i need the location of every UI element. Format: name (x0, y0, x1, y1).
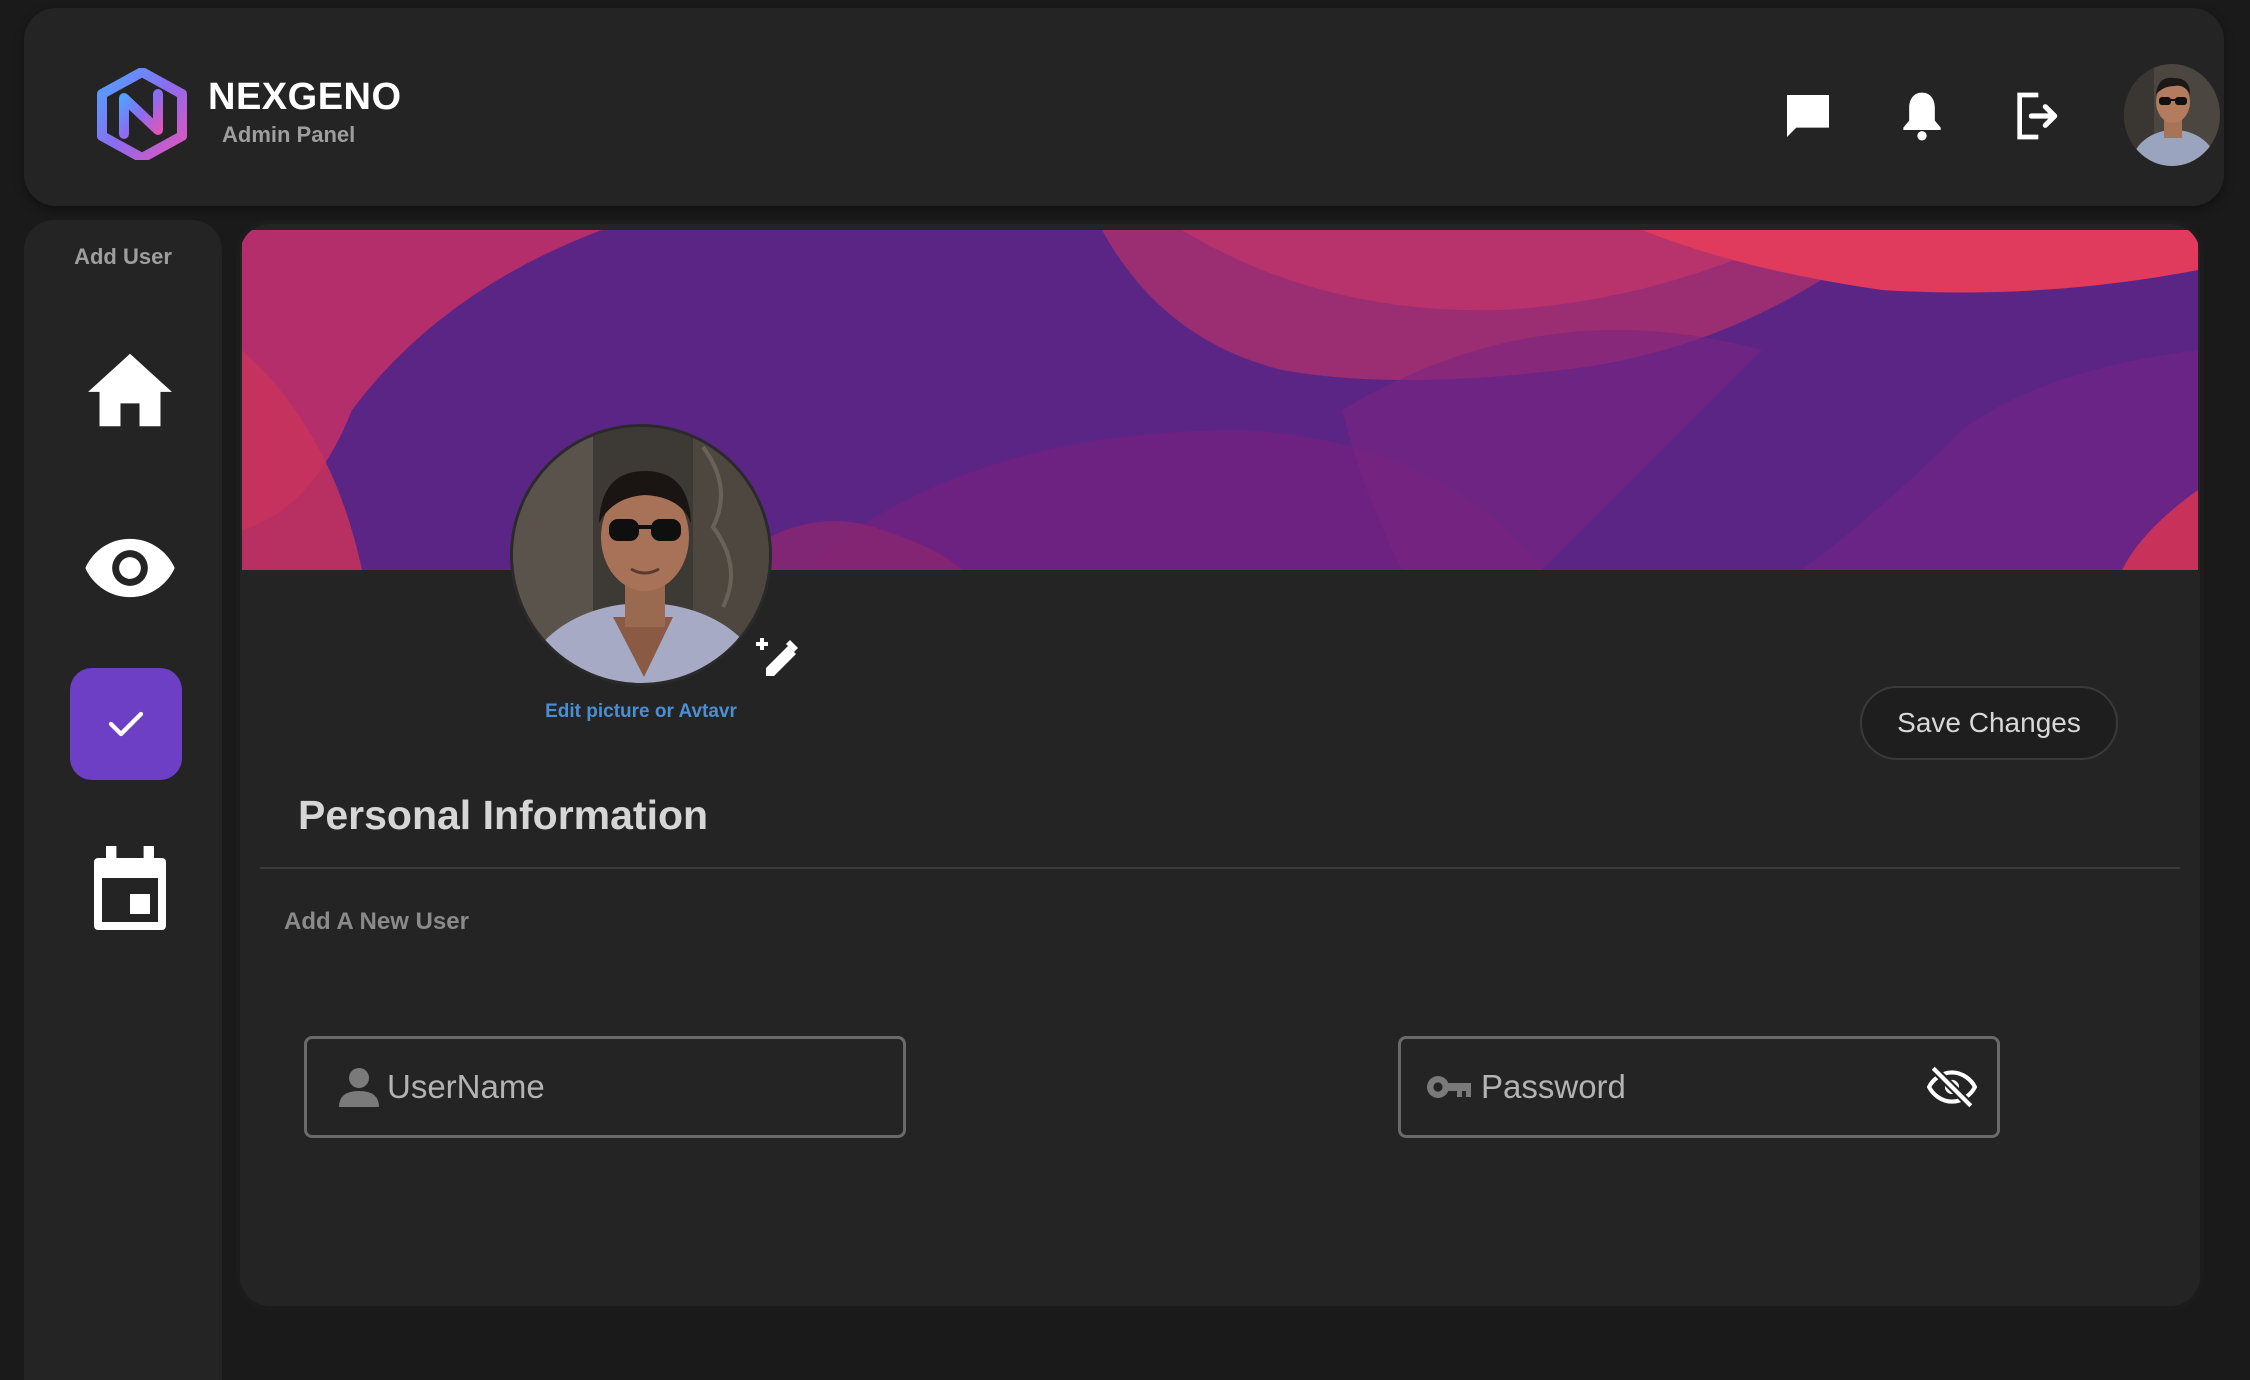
edit-picture-link[interactable]: Edit picture or Avtavr (480, 701, 802, 723)
check-icon (108, 711, 144, 737)
section-title: Personal Information (298, 792, 709, 838)
logout-icon[interactable] (2008, 88, 2064, 144)
password-input[interactable] (1481, 1039, 1881, 1135)
user-icon (339, 1068, 379, 1107)
key-icon (1427, 1076, 1471, 1098)
brand-subtitle: Admin Panel (222, 122, 356, 147)
sidebar-item-add-user[interactable] (70, 668, 182, 780)
username-field[interactable] (304, 1036, 906, 1138)
eye-off-icon[interactable] (1927, 1065, 1977, 1109)
save-changes-button[interactable]: Save Changes (1860, 686, 2118, 760)
password-field[interactable] (1398, 1036, 2000, 1138)
username-input[interactable] (387, 1039, 817, 1135)
home-icon (88, 353, 172, 427)
divider (260, 867, 2180, 869)
nexgeno-logo-icon (97, 68, 187, 160)
edit-picture-icon[interactable] (754, 636, 802, 684)
bell-icon[interactable] (1894, 88, 1950, 144)
section-subtitle: Add A New User (284, 908, 469, 935)
brand-name: NEXGENO (208, 76, 402, 118)
calendar-icon (94, 846, 166, 930)
sidebar-item-calendar[interactable] (80, 840, 180, 940)
profile-avatar[interactable] (510, 424, 772, 686)
profile-card: Edit picture or Avtavr Save Changes Pers… (240, 224, 2200, 1306)
sidebar-title: Add User (74, 244, 172, 269)
top-bar: NEXGENO Admin Panel (24, 8, 2224, 206)
chat-icon[interactable] (1780, 88, 1836, 144)
sidebar: Add User (24, 220, 222, 1380)
eye-icon (85, 538, 175, 598)
sidebar-item-view[interactable] (80, 518, 180, 618)
user-avatar[interactable] (2124, 64, 2220, 166)
sidebar-item-home[interactable] (80, 340, 180, 440)
